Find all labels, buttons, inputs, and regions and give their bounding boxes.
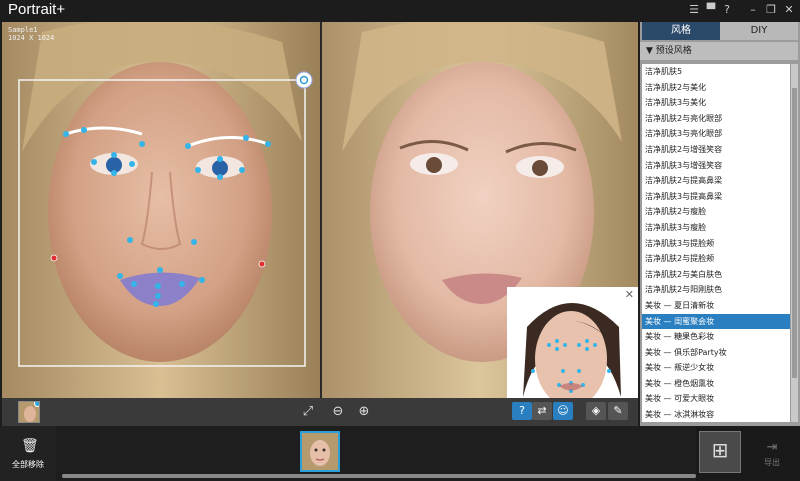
tab-diy[interactable]: DIY — [720, 22, 798, 40]
preset-item[interactable]: 洁净肌肤3与瘦脸 — [642, 220, 790, 236]
preset-item[interactable]: 美妆 — 叛逆少女妆 — [642, 360, 790, 376]
help-button[interactable]: ? — [720, 3, 734, 17]
preset-section-header[interactable]: ▼ 预设风格 — [640, 42, 798, 60]
preset-item[interactable]: 洁净肌肤2与增强笑容 — [642, 142, 790, 158]
preset-item[interactable]: 洁净肌肤5 — [642, 64, 790, 80]
close-button[interactable]: ✕ — [782, 3, 796, 17]
preset-list: 洁净肌肤5 洁净肌肤2与美化 洁净肌肤3与美化 洁净肌肤2与亮化眼部 洁净肌肤3与亮化眼… — [642, 64, 790, 422]
chat-icon[interactable]: ▀ — [704, 3, 718, 17]
preset-item[interactable]: 洁净肌肤3与增强笑容 — [642, 158, 790, 174]
scrollbar-thumb[interactable] — [792, 88, 797, 378]
sample-info: Sample1 1024 X 1024 — [8, 26, 54, 42]
preset-item[interactable]: 洁净肌肤2与提脸颊 — [642, 251, 790, 267]
zoom-out-icon[interactable]: ⊖ — [329, 403, 347, 421]
export-icon: ⇥ — [766, 440, 778, 455]
filmstrip-scrollbar[interactable] — [62, 474, 696, 478]
preset-item[interactable]: 洁净肌肤2与提高鼻梁 — [642, 173, 790, 189]
preset-item[interactable]: 洁净肌肤2与阳刚肤色 — [642, 282, 790, 298]
sample-size: 1024 X 1024 — [8, 34, 55, 42]
preset-item[interactable]: 洁净肌肤3与提脸颊 — [642, 236, 790, 252]
panel-tabs: 风格 DIY — [640, 22, 800, 40]
editor-canvas[interactable]: Sample1 1024 X 1024 ✕ ⤢ ⊖ ⊕ ? ⇄ ☺ ◈ ✎ — [2, 22, 638, 426]
view-toolbar: ⤢ ⊖ ⊕ ? ⇄ ☺ ◈ ✎ — [2, 398, 638, 426]
preset-item[interactable]: 洁净肌肤3与提高鼻梁 — [642, 189, 790, 205]
list-icon[interactable]: ☰ — [687, 3, 701, 17]
remove-all-button[interactable]: 🗑 全部移除 — [0, 426, 56, 481]
remove-all-label: 全部移除 — [12, 460, 44, 469]
brush-icon[interactable]: ✎ — [608, 402, 628, 420]
original-thumbnail[interactable] — [18, 401, 40, 423]
filmstrip-scroll-thumb[interactable] — [62, 474, 696, 478]
help-icon-button[interactable]: ? — [512, 402, 532, 420]
preset-item[interactable]: 美妆 — 可爱大眼妆 — [642, 391, 790, 407]
swap-icon[interactable]: ⇄ — [532, 402, 552, 420]
original-photo[interactable]: Sample1 1024 X 1024 — [2, 22, 320, 398]
preset-list-scrollbar[interactable] — [791, 64, 798, 422]
preset-item[interactable]: 洁净肌肤2与美化 — [642, 80, 790, 96]
fit-screen-icon[interactable]: ⤢ — [299, 403, 317, 421]
active-marker — [34, 402, 39, 407]
preset-item[interactable]: 美妆 — 夏日清新妆 — [642, 298, 790, 314]
preset-item[interactable]: 美妆 — 糖果色彩妆 — [642, 329, 790, 345]
preset-item[interactable]: 洁净肌肤2与美白肤色 — [642, 267, 790, 283]
preset-item[interactable]: 美妆 — 俱乐部Party妆 — [642, 345, 790, 361]
add-person-icon: ⊞ — [711, 438, 729, 462]
preset-item[interactable]: 洁净肌肤2与亮化眼部 — [642, 111, 790, 127]
sample-name: Sample1 — [8, 26, 38, 34]
trash-icon: 🗑 — [21, 438, 39, 454]
face-icon[interactable]: ☺ — [553, 402, 573, 420]
minimize-button[interactable]: – — [746, 3, 760, 17]
filmstrip-thumbnail[interactable] — [300, 431, 340, 472]
popup-close-icon[interactable]: ✕ — [625, 288, 634, 301]
preset-item[interactable]: 美妆 — 冰淇淋妆容 — [642, 407, 790, 422]
preset-item[interactable]: 美妆 — 闺蜜聚会妆 — [642, 313, 790, 330]
add-photo-button[interactable]: ⊞ — [699, 431, 741, 473]
title-bar: Portrait+ ☰ ▀ ? – ❐ ✕ — [0, 0, 800, 22]
style-panel: 风格 DIY ▼ 预设风格 洁净肌肤5 洁净肌肤2与美化 洁净肌肤3与美化 洁净肌肤2… — [640, 22, 800, 426]
eraser-icon[interactable]: ◈ — [586, 402, 606, 420]
preset-item[interactable]: 洁净肌肤2与瘦脸 — [642, 204, 790, 220]
zoom-in-icon[interactable]: ⊕ — [355, 403, 373, 421]
bottom-bar: 🗑 全部移除 ⊞ ⇥ 导出 — [0, 426, 800, 481]
restore-button[interactable]: ❐ — [764, 3, 778, 17]
original-photo-image — [2, 22, 320, 398]
preset-item[interactable]: 洁净肌肤3与亮化眼部 — [642, 126, 790, 142]
preset-item[interactable]: 洁净肌肤3与美化 — [642, 95, 790, 111]
export-button[interactable]: ⇥ 导出 — [752, 440, 792, 468]
app-title: Portrait+ — [8, 1, 66, 18]
tab-style[interactable]: 风格 — [642, 22, 720, 40]
export-label: 导出 — [764, 458, 780, 467]
preset-item[interactable]: 美妆 — 橙色烟熏妆 — [642, 376, 790, 392]
filmstrip — [56, 426, 696, 481]
